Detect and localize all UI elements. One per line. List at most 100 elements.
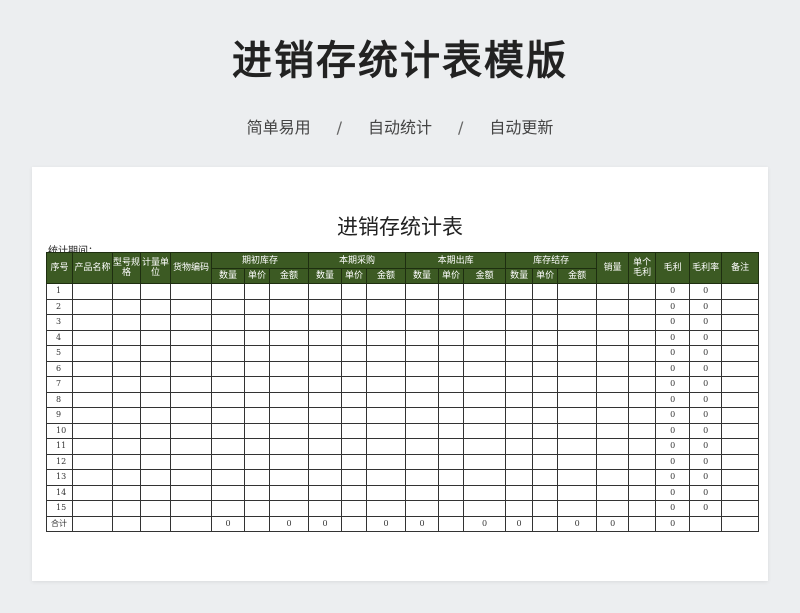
table-cell[interactable] <box>211 391 245 408</box>
table-cell[interactable] <box>140 283 171 300</box>
table-cell[interactable] <box>244 453 270 470</box>
table-cell[interactable] <box>140 407 171 424</box>
table-cell[interactable] <box>112 298 141 315</box>
table-cell[interactable] <box>170 484 212 501</box>
table-cell[interactable] <box>244 500 270 517</box>
table-cell[interactable] <box>405 298 440 315</box>
table-cell[interactable] <box>341 329 368 346</box>
table-cell[interactable] <box>341 500 368 517</box>
table-cell[interactable] <box>505 376 534 393</box>
margin-rate-cell[interactable]: 0 <box>689 422 723 439</box>
table-cell[interactable] <box>557 422 598 439</box>
margin-rate-cell[interactable]: 0 <box>689 283 723 300</box>
table-cell[interactable] <box>438 391 465 408</box>
table-cell[interactable] <box>112 438 141 455</box>
table-cell[interactable] <box>72 345 113 362</box>
table-cell[interactable] <box>308 438 343 455</box>
table-cell[interactable] <box>308 484 343 501</box>
table-cell[interactable] <box>438 329 465 346</box>
table-cell[interactable] <box>366 376 407 393</box>
table-cell[interactable] <box>341 407 368 424</box>
table-cell[interactable] <box>72 329 113 346</box>
table-cell[interactable] <box>721 407 760 424</box>
table-cell[interactable] <box>341 484 368 501</box>
table-cell[interactable] <box>308 298 343 315</box>
table-cell[interactable] <box>463 407 507 424</box>
table-cell[interactable] <box>366 360 407 377</box>
table-cell[interactable] <box>463 453 507 470</box>
table-cell[interactable] <box>438 360 465 377</box>
table-cell[interactable] <box>244 438 270 455</box>
table-cell[interactable] <box>341 469 368 486</box>
margin-cell[interactable]: 0 <box>655 469 691 486</box>
table-cell[interactable] <box>463 422 507 439</box>
table-cell[interactable] <box>721 469 760 486</box>
table-cell[interactable] <box>170 298 212 315</box>
table-cell[interactable] <box>721 314 760 331</box>
table-cell[interactable] <box>366 453 407 470</box>
table-cell[interactable] <box>244 298 270 315</box>
table-cell[interactable] <box>341 453 368 470</box>
table-cell[interactable] <box>268 407 310 424</box>
margin-cell[interactable]: 0 <box>655 283 691 300</box>
table-cell[interactable] <box>72 438 113 455</box>
table-cell[interactable] <box>596 469 630 486</box>
table-cell[interactable] <box>532 376 559 393</box>
table-cell[interactable] <box>170 391 212 408</box>
table-cell[interactable] <box>405 407 440 424</box>
table-cell[interactable] <box>628 314 657 331</box>
table-cell[interactable] <box>721 283 760 300</box>
table-cell[interactable] <box>463 500 507 517</box>
table-cell[interactable] <box>170 283 212 300</box>
table-cell[interactable] <box>438 422 465 439</box>
table-cell[interactable] <box>211 438 245 455</box>
table-cell[interactable] <box>721 500 760 517</box>
table-cell[interactable] <box>244 422 270 439</box>
table-cell[interactable] <box>112 329 141 346</box>
table-cell[interactable] <box>244 345 270 362</box>
table-cell[interactable] <box>112 422 141 439</box>
table-cell[interactable] <box>244 376 270 393</box>
margin-rate-cell[interactable]: 0 <box>689 500 723 517</box>
table-cell[interactable] <box>438 484 465 501</box>
table-cell[interactable] <box>557 438 598 455</box>
table-cell[interactable] <box>405 453 440 470</box>
table-cell[interactable] <box>596 345 630 362</box>
table-cell[interactable] <box>140 391 171 408</box>
table-cell[interactable] <box>170 469 212 486</box>
table-cell[interactable] <box>366 469 407 486</box>
table-cell[interactable] <box>721 422 760 439</box>
table-cell[interactable] <box>268 283 310 300</box>
table-cell[interactable] <box>112 345 141 362</box>
table-cell[interactable] <box>170 438 212 455</box>
table-cell[interactable] <box>505 391 534 408</box>
table-cell[interactable] <box>140 438 171 455</box>
table-cell[interactable] <box>366 283 407 300</box>
table-cell[interactable] <box>405 376 440 393</box>
table-cell[interactable] <box>341 438 368 455</box>
table-cell[interactable] <box>463 345 507 362</box>
table-cell[interactable] <box>211 469 245 486</box>
table-cell[interactable] <box>628 283 657 300</box>
margin-cell[interactable]: 0 <box>655 391 691 408</box>
table-cell[interactable] <box>721 376 760 393</box>
table-cell[interactable] <box>244 469 270 486</box>
table-cell[interactable] <box>628 391 657 408</box>
table-cell[interactable] <box>366 329 407 346</box>
table-cell[interactable] <box>532 360 559 377</box>
table-cell[interactable] <box>463 484 507 501</box>
table-cell[interactable] <box>72 376 113 393</box>
table-cell[interactable] <box>211 314 245 331</box>
table-cell[interactable] <box>505 422 534 439</box>
table-cell[interactable] <box>244 314 270 331</box>
table-cell[interactable] <box>366 438 407 455</box>
table-cell[interactable] <box>140 422 171 439</box>
margin-rate-cell[interactable]: 0 <box>689 484 723 501</box>
table-cell[interactable] <box>341 298 368 315</box>
margin-rate-cell[interactable]: 0 <box>689 391 723 408</box>
table-cell[interactable] <box>308 360 343 377</box>
margin-rate-cell[interactable]: 0 <box>689 314 723 331</box>
table-cell[interactable] <box>532 283 559 300</box>
table-cell[interactable] <box>140 500 171 517</box>
table-cell[interactable] <box>505 283 534 300</box>
